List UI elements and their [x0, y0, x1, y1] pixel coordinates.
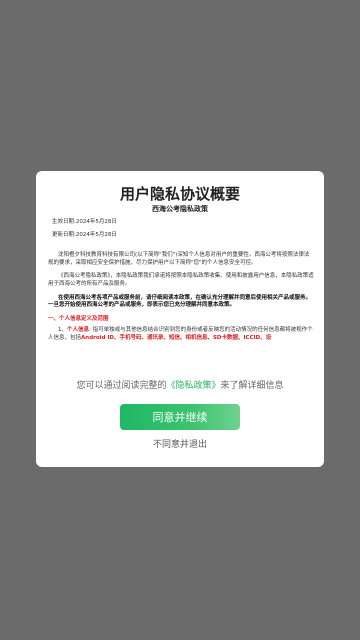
privacy-dialog: 用户隐私协议概要 西海公考隐私政策 生效日期:2024年5月28日 更新日期:2… [36, 171, 324, 467]
notice-prefix: 您可以通过阅读完整的 [76, 381, 167, 391]
policy-paragraph-4: 1、个人信息: 指可单独或与其他信息结合识别到您的身份或者反映您的活动情况的任何… [48, 327, 314, 342]
updated-date: 更新日期:2024年5月28日 [52, 231, 117, 238]
policy-paragraph-3: 在使用西海公考各项产品或服务前，请仔细阅读本政策，在确认充分理解并同意后使用相关… [48, 294, 312, 309]
para4-items: Android ID、手机号码、通讯录、短信、相机信息、SD卡数据、ICCID、… [81, 334, 272, 341]
privacy-policy-link[interactable]: 《隐私政策》 [166, 381, 220, 391]
full-policy-notice: 您可以通过阅读完整的《隐私政策》来了解详细信息 [36, 378, 324, 391]
para4-prefix: 1、 [58, 327, 67, 334]
policy-summary-text[interactable]: 生效日期:2024年5月28日 更新日期:2024年5月28日 沈阳橙夕科技教育… [48, 216, 314, 368]
notice-suffix: 来了解详细信息 [220, 381, 284, 391]
section-heading: 一、个人信息定义及范围 [48, 315, 109, 322]
policy-paragraph-1: 沈阳橙夕科技教育科技有限公司(以下简称"我们")深知个人信息对用户的重要性。西海… [48, 252, 310, 266]
policy-paragraph-2: 《西海公考隐私政策》，本隐私政策我们承诺将按照本隐私政策收集、使用和披露用户信息… [48, 273, 314, 287]
disagree-exit-link[interactable]: 不同意并退出 [36, 437, 324, 450]
agree-continue-button[interactable]: 同意并继续 [120, 404, 240, 430]
effective-date: 生效日期:2024年5月28日 [52, 219, 117, 225]
dialog-subtitle: 西海公考隐私政策 [152, 205, 208, 213]
para4-term: 个人信息 [67, 327, 90, 334]
dialog-title: 用户隐私协议概要 [119, 185, 240, 203]
